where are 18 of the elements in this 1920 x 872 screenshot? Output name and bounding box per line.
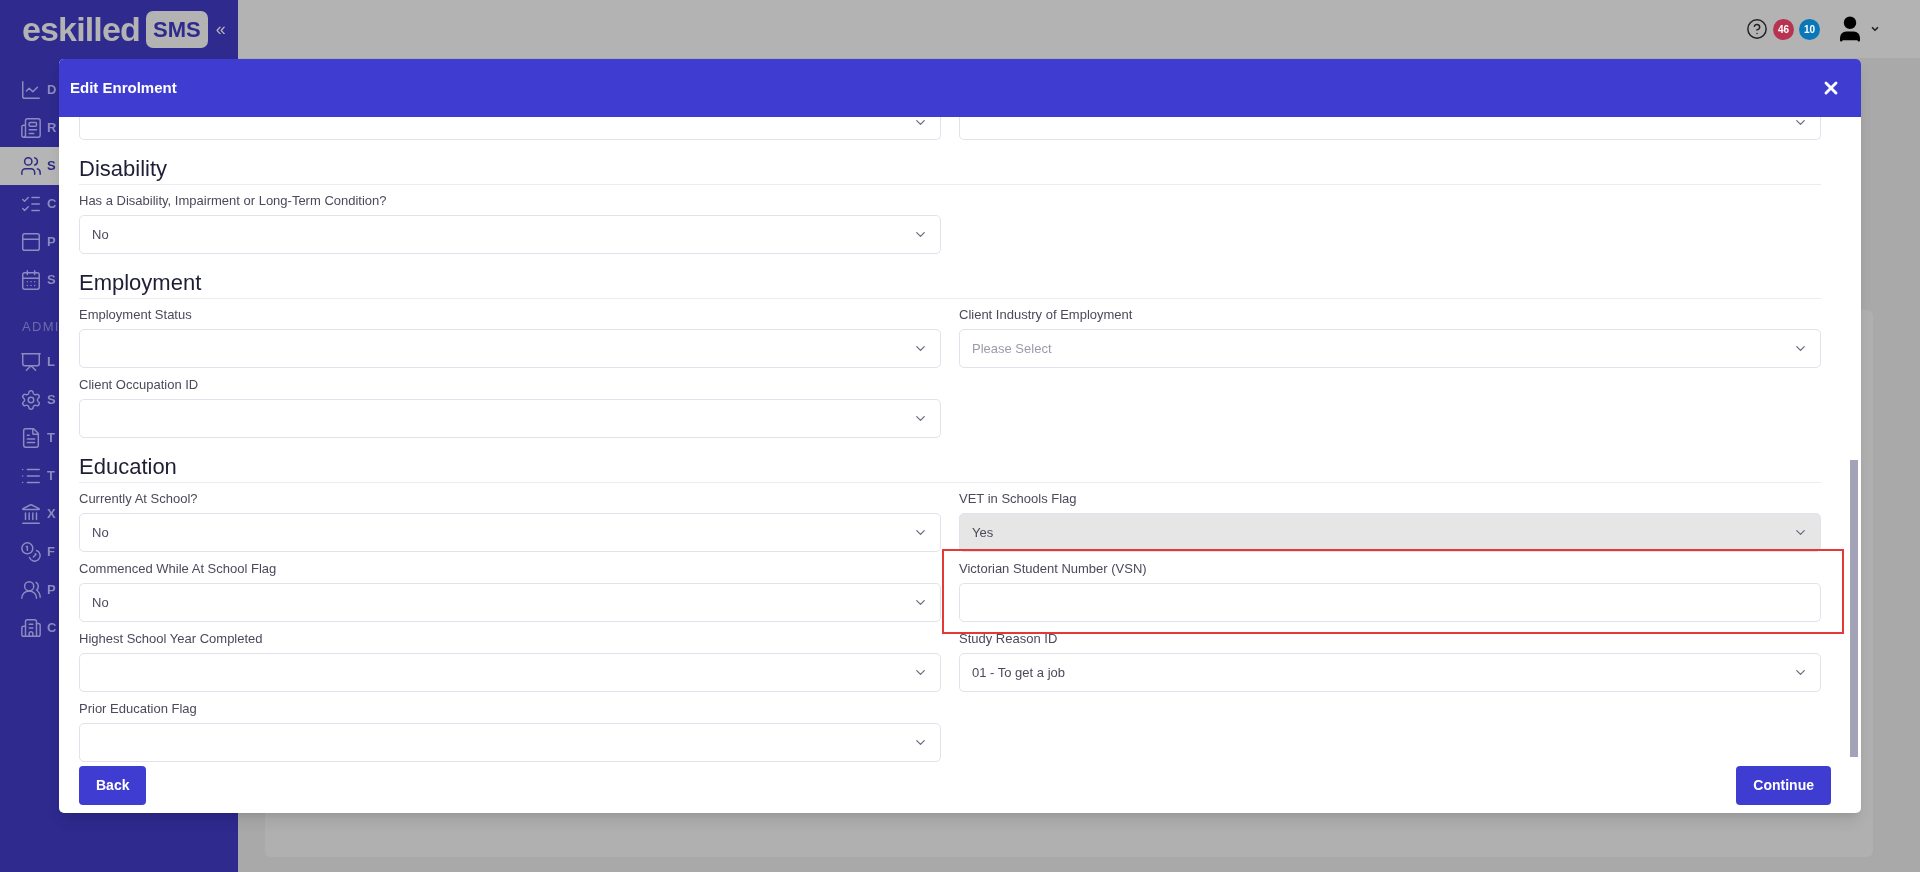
section-title: Employment	[79, 269, 203, 297]
field-label: Currently At School?	[79, 491, 199, 507]
field-label: Study Reason ID	[959, 631, 1059, 647]
section-title: Disability	[79, 155, 169, 183]
field-label: Commenced While At School Flag	[79, 561, 278, 577]
field-label: VET in Schools Flag	[959, 491, 1078, 507]
section-title: Education	[79, 453, 178, 481]
field-label: Employment Status	[79, 307, 193, 323]
field-label: Client Industry of Employment	[959, 307, 1134, 323]
field-label: Victorian Student Number (VSN)	[959, 561, 1148, 577]
section-heading: ADMI	[21, 318, 61, 336]
field-label: Prior Education Flag	[79, 701, 198, 717]
field-label: Has a Disability, Impairment or Long-Term Condition?	[79, 193, 388, 209]
field-label: Client Occupation ID	[79, 377, 200, 393]
logo-badge: SMS	[145, 10, 208, 48]
modal-title: Edit Enrolment	[70, 77, 177, 98]
logo-wordmark: eskilled	[22, 12, 140, 46]
field-label: Highest School Year Completed	[79, 631, 264, 647]
